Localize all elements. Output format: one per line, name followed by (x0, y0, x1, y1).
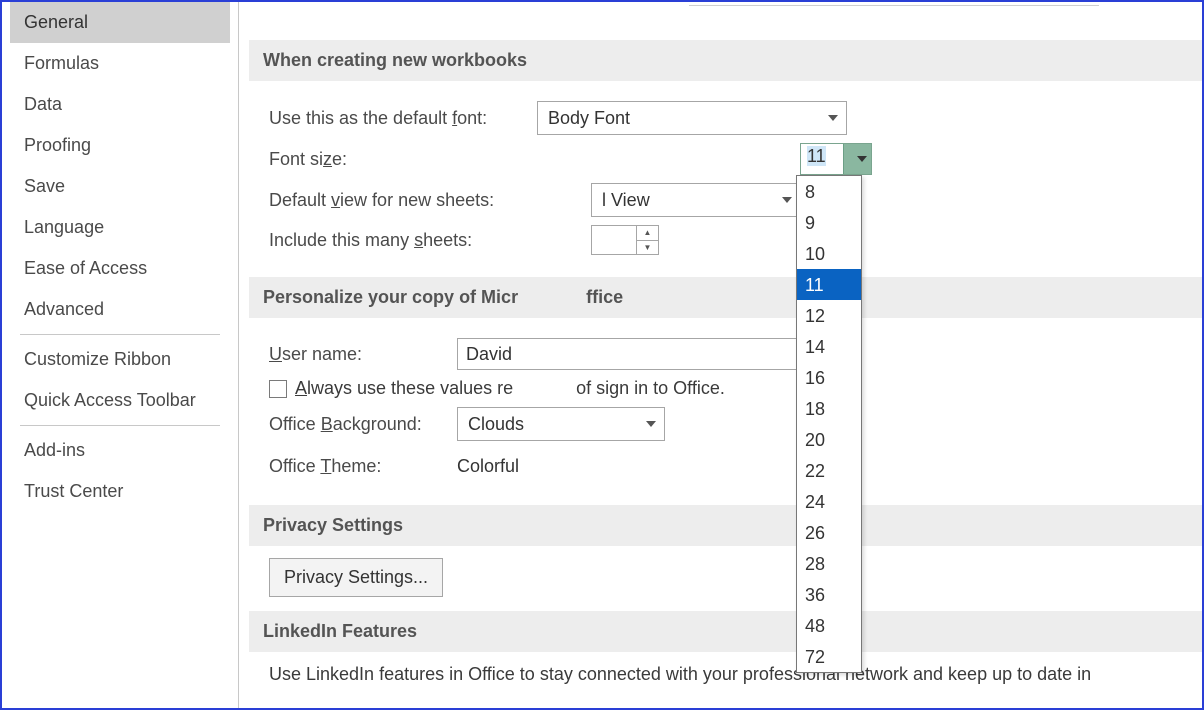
section-header-new-workbooks: When creating new workbooks (249, 40, 1202, 81)
spinner-down-icon[interactable]: ▼ (637, 241, 658, 255)
sidebar-separator (20, 425, 220, 426)
privacy-settings-button[interactable]: Privacy Settings... (269, 558, 443, 597)
section-title: Privacy Settings (263, 515, 403, 535)
font-size-option[interactable]: 48 (797, 610, 861, 641)
sidebar-item-ease-of-access[interactable]: Ease of Access (10, 248, 230, 289)
font-size-option[interactable]: 28 (797, 548, 861, 579)
spinner-value (592, 226, 636, 254)
combo-value: 11 (801, 144, 843, 174)
sidebar-item-label: Language (24, 217, 104, 237)
section-header-privacy: Privacy Settings (249, 505, 1202, 546)
include-sheets-spinner[interactable]: ▲ ▼ (591, 225, 659, 255)
combo-value: Body Font (548, 108, 630, 129)
office-background-combo[interactable]: Clouds (457, 407, 665, 441)
font-size-option[interactable]: 20 (797, 424, 861, 455)
button-label: Privacy Settings... (284, 567, 428, 587)
font-size-option[interactable]: 18 (797, 393, 861, 424)
cutoff-stub (689, 2, 1099, 6)
sidebar-item-label: Proofing (24, 135, 91, 155)
sidebar-item-trust-center[interactable]: Trust Center (10, 471, 230, 512)
sidebar-item-add-ins[interactable]: Add-ins (10, 430, 230, 471)
default-view-label: Default view for new sheets: (269, 190, 537, 211)
options-content: When creating new workbooks Use this as … (239, 2, 1202, 708)
sidebar-item-label: Trust Center (24, 481, 123, 501)
sidebar-item-label: Ease of Access (24, 258, 147, 278)
font-size-option[interactable]: 22 (797, 455, 861, 486)
default-font-combo[interactable]: Body Font (537, 101, 847, 135)
sidebar-item-label: Quick Access Toolbar (24, 390, 196, 410)
font-size-option[interactable]: 11 (797, 269, 861, 300)
user-name-input[interactable] (457, 338, 819, 370)
include-sheets-label: Include this many sheets: (269, 230, 537, 251)
chevron-down-icon (782, 197, 792, 203)
font-size-option[interactable]: 36 (797, 579, 861, 610)
sidebar-item-label: Customize Ribbon (24, 349, 171, 369)
office-background-label: Office Background: (269, 414, 457, 435)
font-size-label: Font size: (269, 149, 537, 170)
sidebar-item-label: Advanced (24, 299, 104, 319)
combo-value: Colorful (457, 456, 519, 477)
font-size-option[interactable]: 16 (797, 362, 861, 393)
sidebar-item-formulas[interactable]: Formulas (10, 43, 230, 84)
always-use-values-label: Always use these values re of sign in to… (295, 378, 725, 399)
sidebar-item-language[interactable]: Language (10, 207, 230, 248)
font-size-option[interactable]: 24 (797, 486, 861, 517)
sidebar-item-proofing[interactable]: Proofing (10, 125, 230, 166)
font-size-dropdown-list[interactable]: 891011121416182022242628364872 (796, 175, 862, 673)
sidebar-item-label: Formulas (24, 53, 99, 73)
default-font-label: Use this as the default font: (269, 108, 537, 129)
font-size-option[interactable]: 8 (797, 176, 861, 207)
sidebar-item-quick-access-toolbar[interactable]: Quick Access Toolbar (10, 380, 230, 421)
always-use-values-checkbox[interactable] (269, 380, 287, 398)
sidebar-item-customize-ribbon[interactable]: Customize Ribbon (10, 339, 230, 380)
font-size-option[interactable]: 9 (797, 207, 861, 238)
linkedin-description: Use LinkedIn features in Office to stay … (269, 664, 1182, 685)
default-view-combo[interactable]: l View (591, 183, 801, 217)
sidebar-separator (20, 334, 220, 335)
font-size-dropdown-button[interactable] (843, 144, 871, 174)
spinner-up-icon[interactable]: ▲ (637, 226, 658, 241)
sidebar-item-data[interactable]: Data (10, 84, 230, 125)
sidebar-item-label: Data (24, 94, 62, 114)
sidebar-item-label: General (24, 12, 88, 32)
section-header-linkedin: LinkedIn Features (249, 611, 1202, 652)
combo-value: Clouds (468, 414, 524, 435)
font-size-option[interactable]: 72 (797, 641, 861, 672)
sidebar-item-label: Add-ins (24, 440, 85, 460)
sidebar-item-general[interactable]: General (10, 2, 230, 43)
section-header-personalize: Personalize your copy of Micr ffice (249, 277, 1202, 318)
font-size-option[interactable]: 14 (797, 331, 861, 362)
section-title-suffix: ffice (586, 287, 623, 307)
section-title: When creating new workbooks (263, 50, 527, 70)
font-size-option[interactable]: 10 (797, 238, 861, 269)
chevron-down-icon (828, 115, 838, 121)
sidebar-item-advanced[interactable]: Advanced (10, 289, 230, 330)
chevron-down-icon (857, 156, 867, 162)
sidebar-item-save[interactable]: Save (10, 166, 230, 207)
section-title-prefix: Personalize your copy of Micr (263, 287, 518, 307)
sidebar-item-label: Save (24, 176, 65, 196)
combo-value: l View (602, 190, 650, 211)
font-size-option[interactable]: 26 (797, 517, 861, 548)
options-sidebar: General Formulas Data Proofing Save Lang… (2, 2, 239, 708)
font-size-option[interactable]: 12 (797, 300, 861, 331)
section-title: LinkedIn Features (263, 621, 417, 641)
office-theme-combo[interactable]: Colorful (457, 449, 665, 483)
chevron-down-icon (646, 421, 656, 427)
user-name-label: User name: (269, 344, 457, 365)
font-size-combo[interactable]: 11 (800, 143, 872, 175)
office-theme-label: Office Theme: (269, 456, 457, 477)
